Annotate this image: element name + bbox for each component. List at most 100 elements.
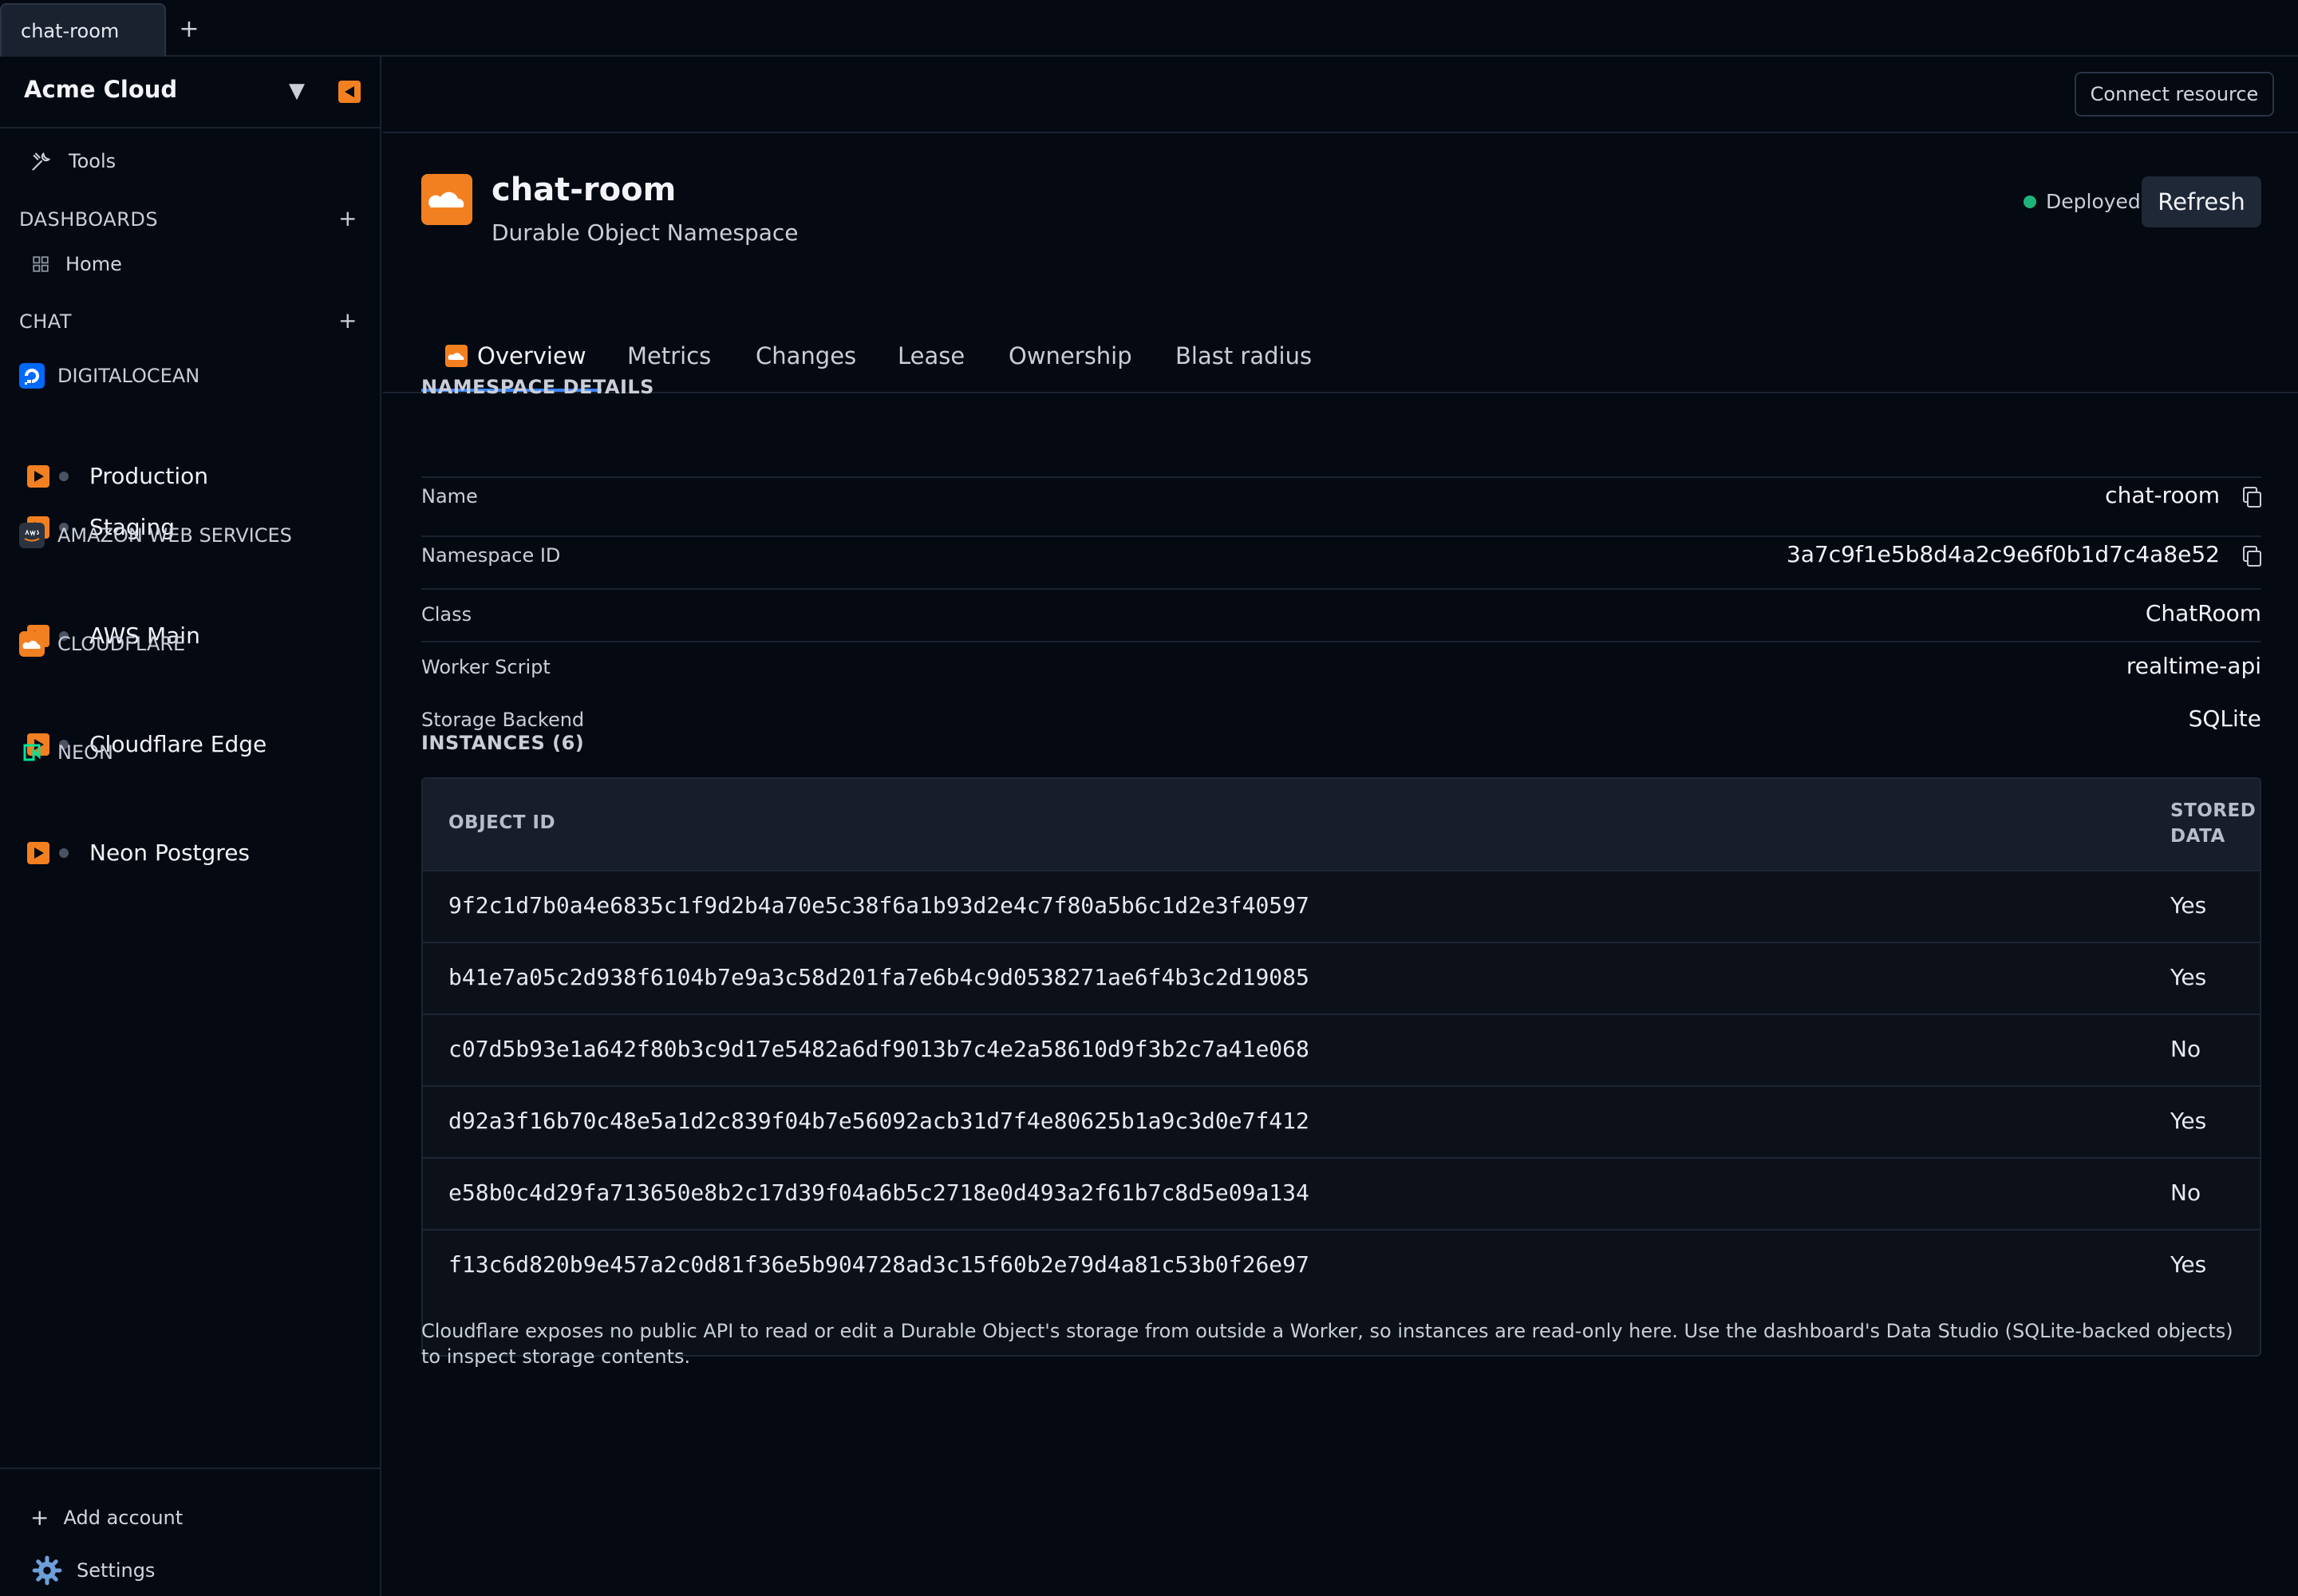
stored-data-cell: Yes (2170, 1108, 2207, 1134)
resource-type: Durable Object Namespace (492, 219, 799, 246)
grid-icon (33, 256, 49, 272)
sidebar-footer: + Add account Settings (0, 1468, 380, 1596)
provider-cloudflare[interactable]: CLOUDFLARE (19, 631, 185, 657)
status-label: Deployed (2046, 190, 2141, 213)
sidebar-item-home[interactable]: Home (32, 253, 122, 275)
object-id-cell: c07d5b93e1a642f80b3c9d17e5482a6df9013b7c… (448, 1036, 1309, 1062)
add-account-button[interactable]: + Add account (30, 1504, 183, 1531)
column-header-line: STORED (2170, 800, 2257, 821)
account-label: Cloudflare Edge (89, 731, 267, 757)
workspace-name[interactable]: Acme Cloud (24, 76, 177, 103)
detail-label: Storage Backend (421, 709, 585, 731)
provider-label: NEON (57, 741, 113, 764)
sidebar-item-label: Home (65, 253, 122, 275)
tab-label: Metrics (627, 342, 712, 369)
tab-label: Blast radius (1175, 342, 1313, 369)
tab-metrics[interactable]: Metrics (627, 342, 711, 369)
account-neon-postgres[interactable]: Neon Postgres (27, 839, 250, 866)
main-panel: Connect resource chat-room Durable Objec… (383, 57, 2298, 1596)
status-dot (59, 847, 69, 858)
chat-section-header: CHAT (19, 310, 72, 333)
tools-icon (32, 152, 51, 171)
instances-heading: INSTANCES (6) (421, 732, 585, 754)
stored-data-cell: No (2170, 1036, 2201, 1062)
object-id-cell: f13c6d820b9e457a2c0d81f36e5b904728ad3c15… (448, 1251, 1309, 1278)
stored-data-cell: No (2170, 1179, 2201, 1206)
browser-tab-label: chat-room (21, 19, 120, 42)
tab-label: Ownership (1009, 342, 1132, 369)
status-dot (59, 471, 69, 481)
play-icon (27, 841, 49, 864)
add-chat-button[interactable]: + (338, 307, 357, 334)
tab-label: Changes (756, 342, 857, 369)
column-header-object-id[interactable]: OBJECT ID (448, 812, 555, 833)
table-row[interactable]: e58b0c4d29fa713650e8b2c17d39f04a6b5c2718… (423, 1157, 2260, 1229)
stored-data-cell: Yes (2170, 1251, 2207, 1278)
column-header-stored-data[interactable]: STORED DATA (2170, 798, 2256, 849)
new-tab-button[interactable]: + (177, 13, 201, 45)
provider-aws[interactable]: AMAZON WEB SERVICES (19, 523, 292, 548)
object-id-cell: d92a3f16b70c48e5a1d2c839f04b7e56092acb31… (448, 1108, 1309, 1134)
tab-blast-radius[interactable]: Blast radius (1175, 342, 1312, 369)
cloudflare-icon (19, 631, 45, 657)
play-icon (27, 464, 49, 488)
chevron-down-icon[interactable]: ▼ (289, 79, 305, 103)
refresh-button[interactable]: Refresh (2142, 176, 2261, 227)
table-row[interactable]: f13c6d820b9e457a2c0d81f36e5b904728ad3c15… (423, 1229, 2260, 1301)
dashboards-section-header: DASHBOARDS (19, 208, 158, 231)
digitalocean-icon (19, 363, 45, 389)
tab-label: Lease (898, 342, 965, 369)
detail-value: SQLite (2188, 705, 2261, 732)
column-header-line: DATA (2170, 826, 2225, 847)
stored-data-cell: Yes (2170, 964, 2207, 990)
sidebar-item-label: Tools (69, 150, 116, 172)
object-id-cell: 9f2c1d7b0a4e6835c1f9d2b4a70e5c38f6a1b93d… (448, 892, 1309, 918)
connect-resource-button[interactable]: Connect resource (2075, 72, 2274, 117)
section-label: DASHBOARDS (19, 208, 159, 231)
settings-label: Settings (77, 1559, 156, 1582)
status-badge: Deployed (2024, 190, 2141, 213)
account-label: Production (89, 463, 208, 489)
main-toolbar: Connect resource (383, 57, 2298, 133)
provider-digitalocean[interactable]: DIGITALOCEAN (19, 363, 199, 389)
aws-icon (19, 523, 45, 548)
table-row[interactable]: 9f2c1d7b0a4e6835c1f9d2b4a70e5c38f6a1b93d… (423, 870, 2260, 942)
sidebar-header: Acme Cloud ▼ (0, 57, 380, 128)
cloudflare-icon (445, 345, 468, 367)
status-dot (2024, 195, 2036, 208)
provider-label: CLOUDFLARE (57, 633, 186, 655)
neon-icon (19, 740, 45, 765)
collapse-sidebar-icon[interactable] (338, 81, 361, 103)
table-row[interactable]: c07d5b93e1a642f80b3c9d17e5482a6df9013b7c… (423, 1013, 2260, 1085)
provider-label: AMAZON WEB SERVICES (57, 524, 292, 547)
table-row[interactable]: b41e7a05c2d938f6104b7e9a3c58d201fa7e6b4c… (423, 942, 2260, 1013)
settings-button[interactable]: Settings (32, 1555, 155, 1586)
table-header: OBJECT ID STORED DATA (423, 779, 2260, 870)
table-row[interactable]: d92a3f16b70c48e5a1d2c839f04b7e56092acb31… (423, 1085, 2260, 1157)
plus-icon: + (30, 1504, 49, 1531)
resource-title: chat-room (492, 172, 677, 208)
detail-row-storage-backend: Storage Backend SQLite (421, 420, 2261, 732)
cloudflare-logo-icon (421, 174, 472, 225)
stored-data-cell: Yes (2170, 892, 2207, 918)
tab-overview[interactable]: Overview (445, 342, 586, 369)
provider-neon[interactable]: NEON (19, 740, 113, 765)
gear-icon (32, 1555, 62, 1586)
resource-tabs: Overview Metrics Changes Lease Ownership… (383, 323, 2298, 393)
add-account-label: Add account (63, 1506, 184, 1529)
add-dashboard-button[interactable]: + (338, 205, 357, 231)
tab-bar: chat-room + (0, 0, 2298, 57)
tab-ownership[interactable]: Ownership (1009, 342, 1132, 369)
tab-label: Overview (477, 342, 586, 369)
tab-lease[interactable]: Lease (898, 342, 965, 369)
browser-tab-chat-room[interactable]: chat-room (0, 3, 166, 57)
object-id-cell: b41e7a05c2d938f6104b7e9a3c58d201fa7e6b4c… (448, 964, 1309, 990)
sidebar-item-tools[interactable]: Tools (30, 150, 116, 172)
namespace-details-heading: NAMESPACE DETAILS (421, 376, 654, 398)
account-label: Neon Postgres (89, 839, 251, 866)
object-id-cell: e58b0c4d29fa713650e8b2c17d39f04a6b5c2718… (448, 1179, 1309, 1206)
section-label: CHAT (19, 310, 73, 333)
account-production[interactable]: Production (27, 463, 208, 489)
tab-changes[interactable]: Changes (756, 342, 856, 369)
sidebar: Acme Cloud ▼ Tools DASHBOARDS + Home CHA… (0, 57, 381, 1596)
